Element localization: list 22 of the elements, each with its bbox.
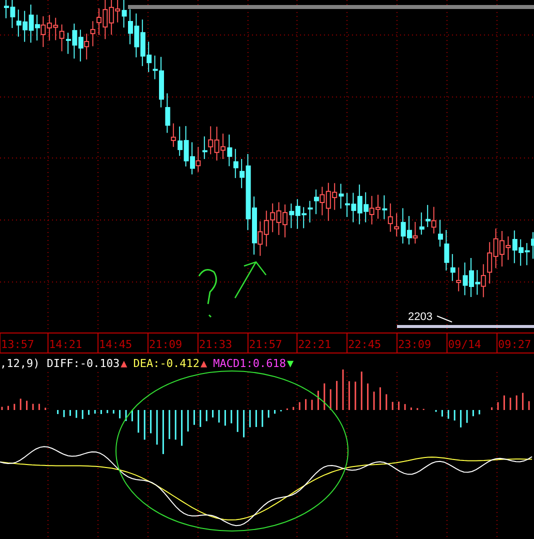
time-label: 13:57 (1, 338, 34, 351)
time-label: 23:09 (398, 338, 432, 351)
trend-arrow: ▼ (286, 357, 294, 370)
leader-line (436, 316, 452, 322)
time-label: 09/14 (448, 338, 482, 351)
indicator-value: MACD1:0.618 (213, 357, 286, 370)
time-label: 09:27 (498, 338, 532, 351)
time-label: 21:57 (249, 338, 282, 351)
question-mark-drawing (198, 269, 217, 318)
low-price-label: 2203 (408, 311, 432, 323)
time-label: 21:33 (199, 338, 232, 351)
trend-arrow: ▲ (200, 357, 208, 370)
time-label: 14:45 (99, 338, 132, 351)
time-label: 14:21 (49, 338, 82, 351)
time-label: 21:09 (149, 338, 182, 351)
time-label: 22:21 (298, 338, 332, 351)
trend-arrow: ▲ (120, 357, 128, 370)
indicator-params: ,12,9) (0, 357, 40, 370)
indicator-value: DIFF:-0.103 (46, 357, 120, 370)
arrow-drawing (234, 261, 267, 299)
time-label: 22:45 (348, 338, 382, 351)
indicator-value: DEA:-0.412 (133, 357, 200, 370)
